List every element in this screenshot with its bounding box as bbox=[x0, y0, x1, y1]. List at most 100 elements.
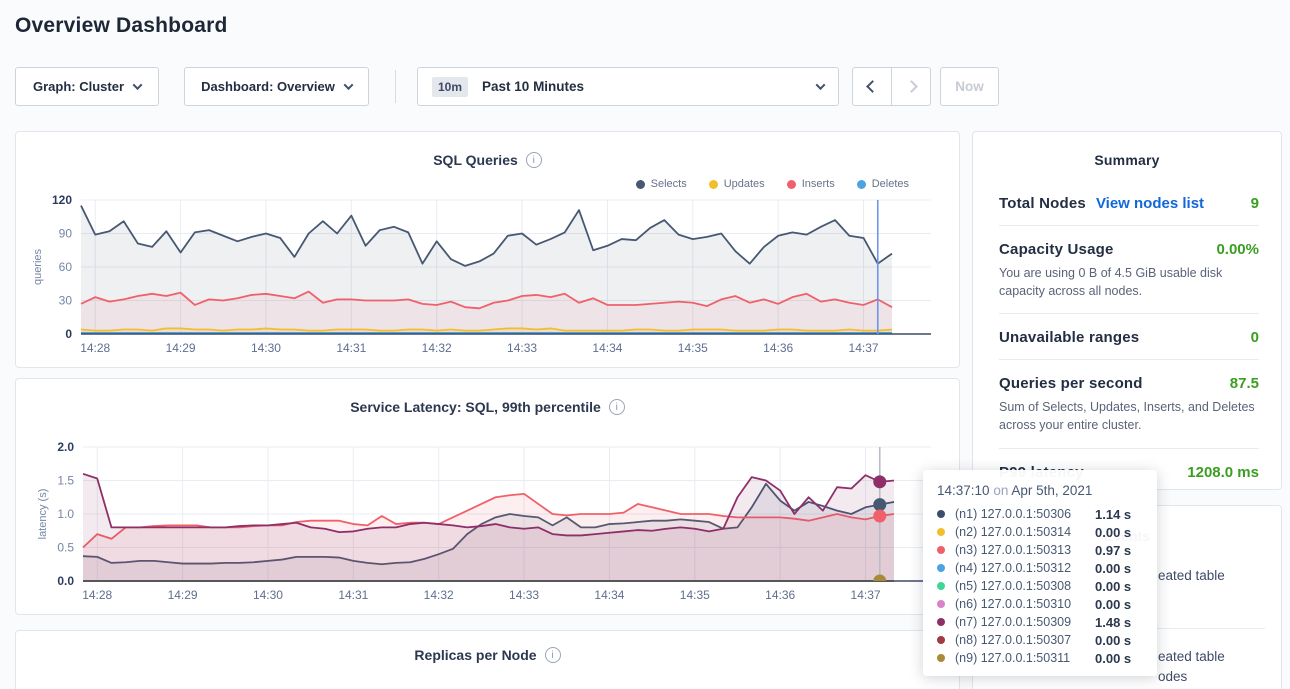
toolbar-divider bbox=[395, 70, 396, 103]
info-icon[interactable] bbox=[526, 152, 542, 168]
tooltip-time: 14:37:10 bbox=[937, 483, 990, 498]
view-nodes-list-link[interactable]: View nodes list bbox=[1096, 195, 1204, 212]
service-latency-chart[interactable]: 0.00.51.01.52.014:2814:2914:3014:3114:32… bbox=[16, 439, 961, 612]
summary-row-label: Queries per second bbox=[999, 375, 1143, 392]
legend-label: Deletes bbox=[872, 178, 909, 190]
tooltip-node-label: (n6) 127.0.0.1:50310 bbox=[955, 597, 1095, 611]
tooltip-node-value: 0.00 s bbox=[1095, 579, 1131, 594]
summary-heading: Summary bbox=[973, 132, 1281, 168]
legend-item-inserts[interactable]: Inserts bbox=[787, 178, 835, 190]
chevron-down-icon bbox=[133, 80, 143, 90]
svg-text:14:36: 14:36 bbox=[765, 588, 795, 602]
tooltip-row: (n3) 127.0.0.1:503130.97 s bbox=[937, 541, 1143, 559]
legend-dot-icon bbox=[857, 180, 866, 189]
legend-item-selects[interactable]: Selects bbox=[636, 178, 687, 190]
sql-queries-title: SQL Queries bbox=[433, 152, 518, 168]
svg-text:2.0: 2.0 bbox=[57, 440, 74, 454]
tooltip-node-label: (n5) 127.0.0.1:50308 bbox=[955, 579, 1095, 593]
summary-row: Unavailable ranges 0 bbox=[999, 314, 1259, 360]
sql-queries-title-row: SQL Queries bbox=[16, 152, 959, 168]
legend-dot-icon bbox=[787, 180, 796, 189]
svg-text:14:33: 14:33 bbox=[507, 341, 537, 355]
svg-text:90: 90 bbox=[59, 227, 73, 241]
summary-row-value: 9 bbox=[1251, 195, 1259, 212]
tooltip-timestamp: 14:37:10 on Apr 5th, 2021 bbox=[937, 483, 1143, 498]
summary-row-label: Unavailable ranges bbox=[999, 329, 1139, 346]
svg-text:14:37: 14:37 bbox=[851, 588, 881, 602]
chart-hover-tooltip: 14:37:10 on Apr 5th, 2021 (n1) 127.0.0.1… bbox=[923, 470, 1157, 676]
overview-dashboard-page: Overview Dashboard Graph: Cluster Dashbo… bbox=[0, 0, 1290, 689]
sql-queries-panel: SQL Queries Selects Updates Inserts Deletes… bbox=[15, 131, 960, 368]
series-color-dot-icon bbox=[937, 618, 945, 626]
replicas-title-row: Replicas per Node bbox=[16, 647, 959, 663]
summary-row: Queries per second 87.5 Sum of Selects, Up… bbox=[999, 360, 1259, 448]
legend-label: Inserts bbox=[802, 178, 835, 190]
sql-queries-chart[interactable]: 030609012014:2814:2914:3014:3114:3214:33… bbox=[16, 192, 961, 365]
summary-row-label: Capacity Usage bbox=[999, 241, 1114, 258]
series-color-dot-icon bbox=[937, 528, 945, 536]
dashboard-dropdown-label: Dashboard: Overview bbox=[201, 79, 335, 94]
tooltip-on: on bbox=[990, 483, 1012, 498]
svg-text:14:31: 14:31 bbox=[336, 341, 366, 355]
summary-row-description: You are using 0 B of 4.5 GiB usable disk… bbox=[999, 264, 1259, 300]
summary-row-description: Sum of Selects, Updates, Inserts, and De… bbox=[999, 398, 1259, 434]
legend-item-updates[interactable]: Updates bbox=[709, 178, 765, 190]
replicas-title: Replicas per Node bbox=[414, 647, 536, 663]
summary-row-value: 0.00% bbox=[1216, 241, 1259, 258]
svg-text:30: 30 bbox=[59, 294, 73, 308]
svg-text:14:35: 14:35 bbox=[678, 341, 708, 355]
tooltip-row: (n4) 127.0.0.1:503120.00 s bbox=[937, 559, 1143, 577]
time-range-label: Past 10 Minutes bbox=[482, 79, 584, 94]
now-button-label: Now bbox=[955, 79, 984, 94]
tooltip-rows: (n1) 127.0.0.1:503061.14 s(n2) 127.0.0.1… bbox=[937, 505, 1143, 667]
series-color-dot-icon bbox=[937, 600, 945, 608]
graph-dropdown-label: Graph: Cluster bbox=[33, 79, 124, 94]
legend-dot-icon bbox=[636, 180, 645, 189]
summary-row: Total Nodes View nodes list 9 bbox=[999, 180, 1259, 226]
summary-row-value: 87.5 bbox=[1230, 375, 1259, 392]
svg-text:0: 0 bbox=[65, 327, 72, 341]
time-prev-button[interactable] bbox=[852, 67, 892, 106]
svg-text:14:36: 14:36 bbox=[763, 341, 793, 355]
info-icon[interactable] bbox=[545, 647, 561, 663]
tooltip-node-value: 0.97 s bbox=[1095, 543, 1131, 558]
legend-dot-icon bbox=[709, 180, 718, 189]
time-next-button[interactable] bbox=[891, 67, 931, 106]
svg-text:14:35: 14:35 bbox=[680, 588, 710, 602]
legend-item-deletes[interactable]: Deletes bbox=[857, 178, 909, 190]
tooltip-node-value: 1.14 s bbox=[1095, 507, 1131, 522]
summary-row-label: Total Nodes bbox=[999, 195, 1086, 212]
service-latency-title: Service Latency: SQL, 99th percentile bbox=[350, 399, 601, 415]
summary-row-value: 0 bbox=[1251, 329, 1259, 346]
svg-text:14:28: 14:28 bbox=[80, 341, 110, 355]
svg-text:14:28: 14:28 bbox=[82, 588, 112, 602]
dashboard-dropdown[interactable]: Dashboard: Overview bbox=[184, 67, 369, 106]
svg-text:14:33: 14:33 bbox=[509, 588, 539, 602]
series-color-dot-icon bbox=[937, 546, 945, 554]
service-latency-panel: Service Latency: SQL, 99th percentile la… bbox=[15, 378, 960, 615]
graph-dropdown[interactable]: Graph: Cluster bbox=[15, 67, 159, 106]
chevron-right-icon bbox=[905, 80, 918, 93]
now-button[interactable]: Now bbox=[940, 67, 999, 106]
info-icon[interactable] bbox=[609, 399, 625, 415]
tooltip-node-label: (n7) 127.0.0.1:50309 bbox=[955, 615, 1095, 629]
tooltip-node-label: (n8) 127.0.0.1:50307 bbox=[955, 633, 1095, 647]
legend-label: Selects bbox=[651, 178, 687, 190]
svg-text:14:32: 14:32 bbox=[422, 341, 452, 355]
tooltip-node-value: 1.48 s bbox=[1095, 615, 1131, 630]
series-color-dot-icon bbox=[937, 582, 945, 590]
tooltip-node-label: (n9) 127.0.0.1:50311 bbox=[955, 651, 1095, 665]
time-range-dropdown[interactable]: 10m Past 10 Minutes bbox=[417, 67, 839, 106]
tooltip-date: Apr 5th, 2021 bbox=[1011, 483, 1092, 498]
page-title: Overview Dashboard bbox=[15, 14, 228, 38]
event-item-fragment: eated table bbox=[1158, 649, 1225, 664]
tooltip-row: (n8) 127.0.0.1:503070.00 s bbox=[937, 631, 1143, 649]
chevron-down-icon bbox=[343, 80, 353, 90]
svg-text:14:30: 14:30 bbox=[253, 588, 283, 602]
tooltip-node-value: 0.00 s bbox=[1095, 633, 1131, 648]
toolbar: Graph: Cluster Dashboard: Overview 10m P… bbox=[0, 67, 1290, 106]
tooltip-node-label: (n4) 127.0.0.1:50312 bbox=[955, 561, 1095, 575]
tooltip-row: (n5) 127.0.0.1:503080.00 s bbox=[937, 577, 1143, 595]
svg-text:14:31: 14:31 bbox=[338, 588, 368, 602]
sql-queries-legend: Selects Updates Inserts Deletes bbox=[636, 178, 909, 190]
